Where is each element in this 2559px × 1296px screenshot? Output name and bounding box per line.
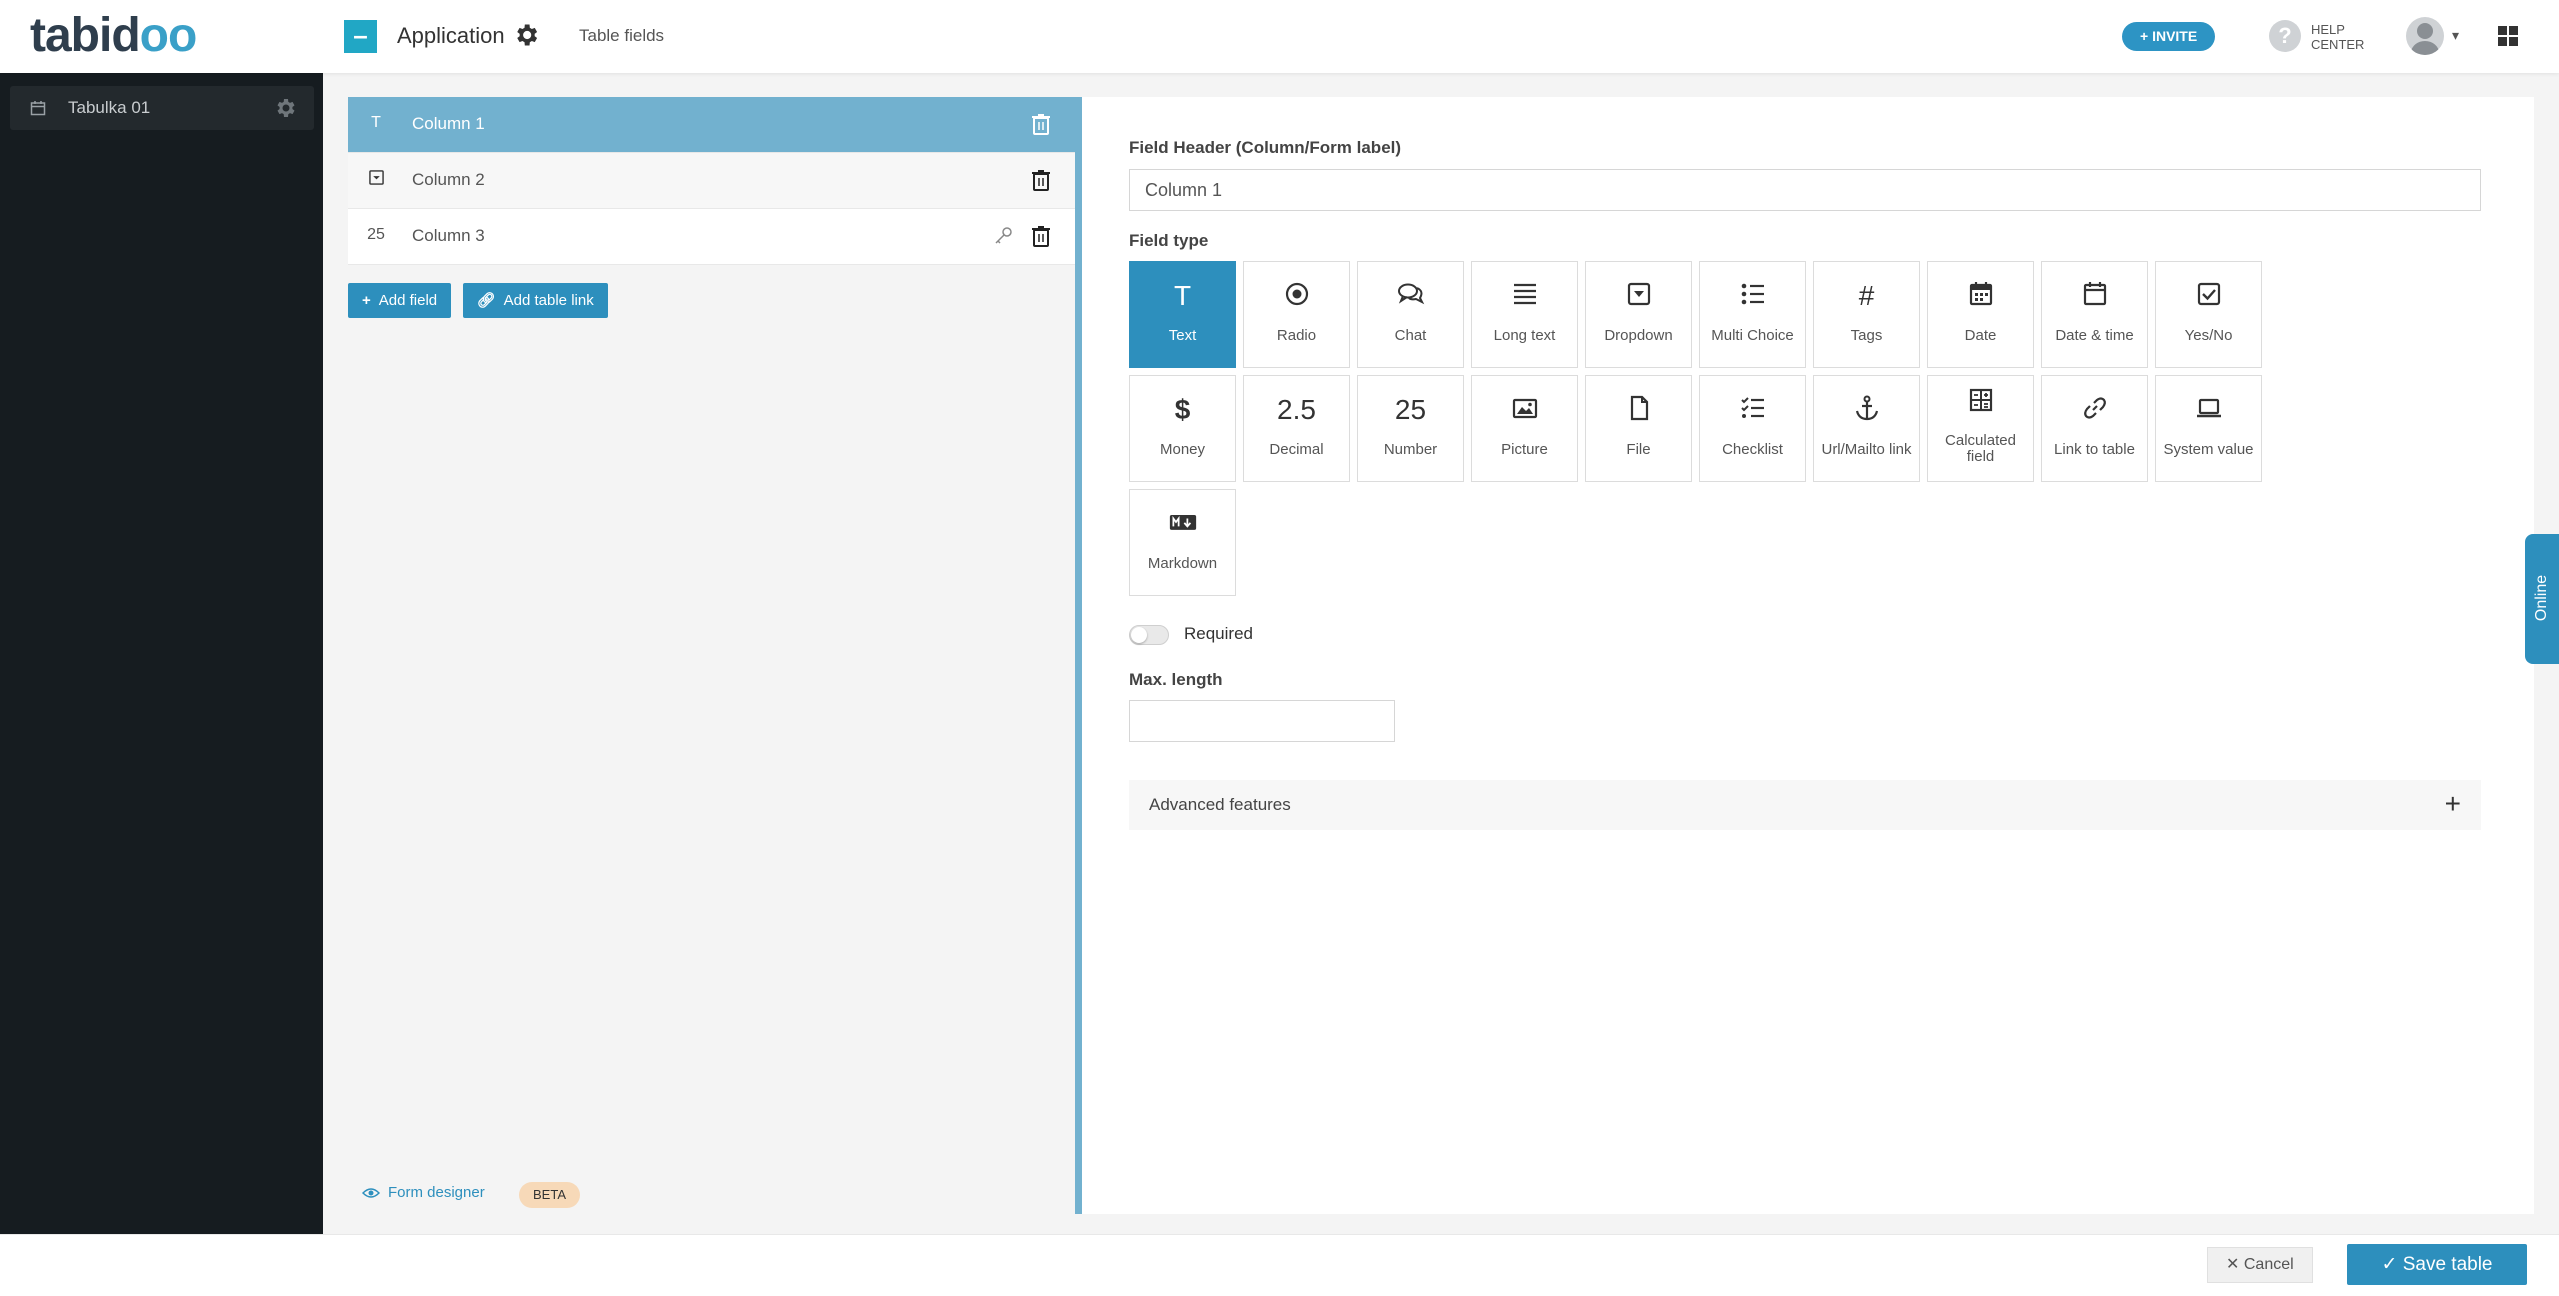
text-type-icon: T (371, 114, 381, 131)
anchor-icon (1814, 394, 1919, 426)
link-icon (2042, 394, 2147, 426)
trash-icon[interactable] (1031, 113, 1051, 135)
type-date-time[interactable]: Date & time (2041, 261, 2148, 368)
eye-icon (362, 1188, 380, 1198)
check-circle-icon: ✓ (2381, 1254, 2403, 1275)
key-icon[interactable] (993, 226, 1013, 246)
apps-grid-icon[interactable] (2498, 26, 2518, 46)
tabidoo-logo[interactable]: tabidoo (30, 8, 197, 63)
type-chat[interactable]: Chat (1357, 261, 1464, 368)
dropdown-type-icon (364, 170, 388, 190)
trash-icon[interactable] (1031, 225, 1051, 247)
type-file[interactable]: File (1585, 375, 1692, 482)
decimal-icon: 2.5 (1277, 394, 1316, 425)
type-number[interactable]: 25 Number (1357, 375, 1464, 482)
advanced-features-label: Advanced features (1149, 795, 1291, 814)
add-table-link-button[interactable]: 🔗︎ Add table link (462, 283, 608, 318)
sidebar-toggle-button[interactable]: – (344, 20, 377, 53)
sidebar-item-tabulka-01[interactable]: Tabulka 01 (10, 86, 314, 130)
type-decimal[interactable]: 2.5 Decimal (1243, 375, 1350, 482)
close-icon: ✕ (2226, 1256, 2244, 1273)
sidebar-item-label: Tabulka 01 (68, 98, 151, 117)
calendar-icon (30, 101, 46, 116)
text-icon: T (1173, 280, 1192, 311)
number-icon: 25 (1394, 394, 1427, 425)
field-row-column-1[interactable]: T Column 1 (348, 97, 1077, 153)
calendar-grid-icon (1928, 280, 2033, 312)
type-system-value[interactable]: System value (2155, 375, 2262, 482)
plus-icon: + (362, 292, 371, 309)
checklist-icon (1700, 394, 1805, 426)
calculator-icon (1928, 386, 2033, 418)
type-picture[interactable]: Picture (1471, 375, 1578, 482)
avatar[interactable] (2406, 17, 2444, 55)
type-text[interactable]: T Text (1129, 261, 1236, 368)
advanced-features-section[interactable]: Advanced features + (1129, 780, 2481, 830)
chat-icon (1358, 280, 1463, 312)
footer-bar: ✕ Cancel ✓ Save table (0, 1234, 2559, 1296)
type-dropdown[interactable]: Dropdown (1585, 261, 1692, 368)
beta-badge: BETA (519, 1182, 580, 1208)
online-chat-tab[interactable]: Online (2525, 534, 2559, 664)
max-length-label: Max. length (1129, 670, 1223, 689)
field-editor: Field Header (Column/Form label) Column … (1075, 97, 2534, 1214)
type-calculated-field[interactable]: Calculated field (1927, 375, 2034, 482)
required-label: Required (1184, 624, 1253, 643)
trash-icon[interactable] (1031, 169, 1051, 191)
hash-icon: # (1858, 280, 1875, 311)
field-name: Column 1 (412, 114, 485, 133)
type-url-mailto-link[interactable]: Url/Mailto link (1813, 375, 1920, 482)
field-actions: + Add field 🔗︎ Add table link (348, 283, 615, 318)
field-row-column-3[interactable]: 25 Column 3 (348, 209, 1077, 265)
file-icon (1586, 394, 1691, 426)
chevron-down-icon[interactable]: ▾ (2452, 27, 2459, 44)
fields-list: T Column 1 Column 2 25 Column 3 (348, 97, 1077, 265)
plus-icon[interactable]: + (2445, 788, 2461, 820)
max-length-input[interactable] (1129, 700, 1395, 742)
gear-icon[interactable] (512, 21, 540, 49)
breadcrumb[interactable]: Table fields (579, 26, 664, 46)
field-type-label: Field type (1129, 231, 1209, 250)
type-yes-no[interactable]: Yes/No (2155, 261, 2262, 368)
cancel-button[interactable]: ✕ Cancel (2207, 1247, 2313, 1283)
field-name: Column 3 (412, 226, 485, 245)
dollar-icon: $ (1174, 394, 1191, 425)
checkbox-icon (2156, 280, 2261, 312)
calendar-icon (2042, 280, 2147, 312)
field-header-input[interactable]: Column 1 (1129, 169, 2481, 211)
type-long-text[interactable]: Long text (1471, 261, 1578, 368)
field-row-column-2[interactable]: Column 2 (348, 153, 1077, 209)
markdown-icon (1130, 508, 1235, 540)
help-center-link[interactable]: HELP CENTER (2311, 22, 2364, 52)
required-toggle[interactable] (1129, 625, 1169, 645)
type-date[interactable]: Date (1927, 261, 2034, 368)
type-checklist[interactable]: Checklist (1699, 375, 1806, 482)
laptop-icon (2156, 394, 2261, 426)
save-table-button[interactable]: ✓ Save table (2347, 1244, 2527, 1285)
invite-button[interactable]: + INVITE (2122, 22, 2216, 51)
help-icon[interactable]: ? (2269, 20, 2301, 52)
link-icon: 🔗︎ (476, 292, 496, 309)
gear-icon[interactable] (273, 96, 297, 120)
application-name[interactable]: Application (397, 23, 505, 49)
type-money[interactable]: $ Money (1129, 375, 1236, 482)
list-icon (1700, 280, 1805, 312)
form-designer-link[interactable]: Form designer (362, 1184, 485, 1201)
field-name: Column 2 (412, 170, 485, 189)
dropdown-icon (1586, 280, 1691, 312)
type-markdown[interactable]: Markdown (1129, 489, 1236, 596)
long-text-icon (1472, 280, 1577, 312)
radio-icon (1244, 280, 1349, 312)
add-field-button[interactable]: + Add field (348, 283, 452, 318)
number-type-icon: 25 (367, 226, 385, 243)
field-header-label: Field Header (Column/Form label) (1129, 138, 1402, 157)
sidebar: Tabulka 01 (0, 73, 323, 1234)
type-radio[interactable]: Radio (1243, 261, 1350, 368)
top-bar: tabidoo – Application Table fields + INV… (0, 0, 2559, 73)
type-link-to-table[interactable]: Link to table (2041, 375, 2148, 482)
picture-icon (1472, 394, 1577, 426)
type-multi-choice[interactable]: Multi Choice (1699, 261, 1806, 368)
type-tags[interactable]: # Tags (1813, 261, 1920, 368)
